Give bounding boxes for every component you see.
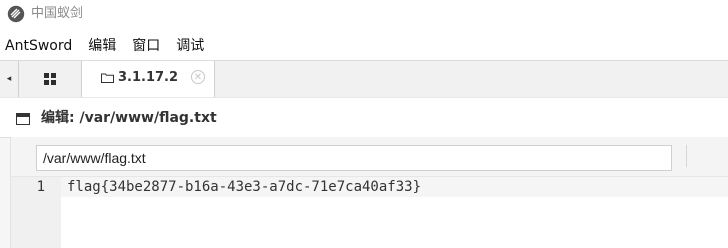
panel-header: 编辑: /var/www/flag.txt xyxy=(0,97,728,138)
window-title: 中国蚁剑 xyxy=(31,6,84,21)
menu-edit[interactable]: 编辑 xyxy=(88,34,116,58)
editor-panel: 编辑: /var/www/flag.txt 1 flag{34be2877-b1… xyxy=(0,97,728,248)
tab-home[interactable] xyxy=(19,61,82,97)
file-path-input[interactable] xyxy=(36,145,672,171)
panel-body: 1 flag{34be2877-b16a-43e3-a7dc-71e7ca40a… xyxy=(10,137,728,248)
code-editor[interactable]: 1 flag{34be2877-b16a-43e3-a7dc-71e7ca40a… xyxy=(11,177,728,248)
tab-close-icon[interactable]: ✕ xyxy=(191,70,205,84)
menu-antsword[interactable]: AntSword xyxy=(5,34,72,58)
folder-icon xyxy=(101,73,114,83)
panel-title: 编辑: /var/www/flag.txt xyxy=(41,110,217,126)
grid-icon xyxy=(44,73,56,85)
caret-left-icon: ◂ xyxy=(6,74,12,84)
title-bar: 中国蚁剑 xyxy=(0,0,728,32)
line-gutter: 1 xyxy=(11,177,61,248)
line-number: 1 xyxy=(36,179,45,195)
code-line[interactable]: flag{34be2877-b16a-43e3-a7dc-71e7ca40af3… xyxy=(67,178,421,197)
menu-window[interactable]: 窗口 xyxy=(132,34,160,58)
menu-debug[interactable]: 调试 xyxy=(176,34,204,58)
tab-scroll-left-button[interactable]: ◂ xyxy=(0,61,19,97)
path-toolbar xyxy=(11,137,728,177)
window-icon xyxy=(16,113,30,125)
tab-shell-session[interactable]: 3.1.17.2 ✕ xyxy=(82,61,215,98)
tab-bar: ◂ 3.1.17.2 ✕ xyxy=(0,60,728,98)
menu-bar: AntSword 编辑 窗口 调试 xyxy=(0,34,728,58)
toolbar-divider xyxy=(686,145,687,167)
tab-label: 3.1.17.2 xyxy=(118,70,179,85)
antsword-logo-icon xyxy=(7,5,25,23)
